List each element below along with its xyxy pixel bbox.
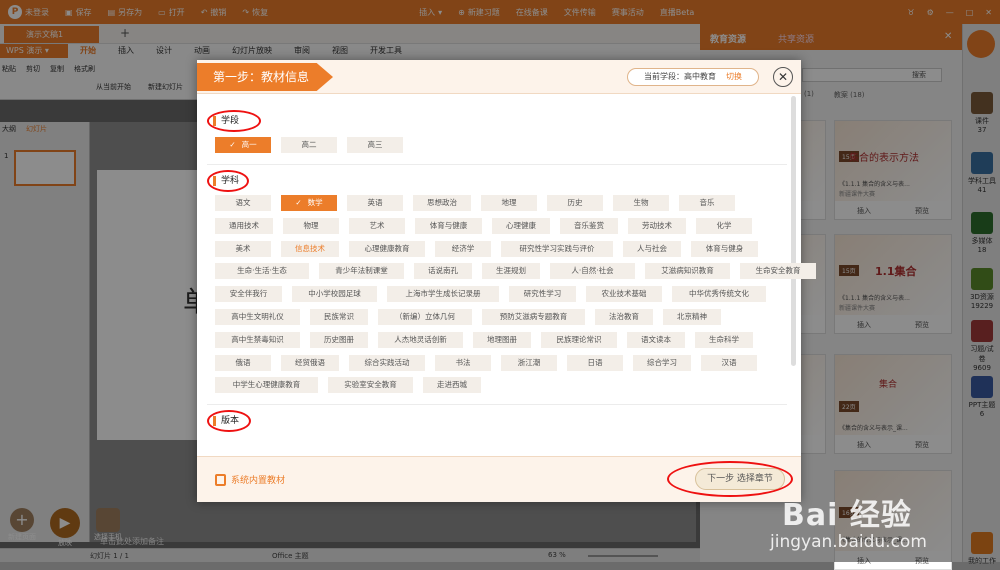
subject-chip[interactable]: 信息技术 — [281, 240, 339, 257]
subject-chip[interactable]: 音乐鉴赏 — [560, 217, 618, 234]
subject-chip[interactable]: 青少年法制课堂 — [319, 263, 404, 280]
dialog-scrollbar[interactable] — [791, 96, 796, 366]
subject-chip[interactable]: 中小学校园足球 — [292, 286, 377, 303]
subject-chip[interactable]: 俄语 — [215, 354, 271, 371]
subject-chip[interactable]: 历史 — [547, 195, 603, 211]
subject-chip[interactable]: 走进西城 — [423, 377, 481, 394]
subject-chip[interactable]: 音乐 — [679, 195, 735, 211]
subject-chip[interactable]: 汉语 — [701, 354, 757, 371]
subject-chip[interactable]: 民族常识 — [310, 309, 368, 325]
book-icon — [215, 473, 226, 486]
stage-chip[interactable]: 高三 — [347, 137, 403, 153]
checkmark-icon: ✓ — [295, 198, 302, 207]
subject-chip[interactable]: 体育与健康 — [415, 217, 482, 234]
subject-chip[interactable]: 美术 — [215, 240, 271, 257]
divider — [207, 404, 787, 405]
subject-chip[interactable]: 人杰地灵话创新 — [378, 331, 463, 348]
annotation-circle — [207, 170, 249, 192]
current-school-switch[interactable]: 当前学段：高中教育 切换 — [627, 68, 759, 86]
dialog-footer: 系统内置教材 下一步 选择章节 — [197, 456, 801, 502]
subject-chip[interactable]: 化学 — [696, 217, 752, 234]
checkmark-icon: ✓ — [229, 140, 236, 149]
subject-chip[interactable]: 地理 — [481, 195, 537, 211]
subject-chip[interactable]: 生涯规划 — [482, 263, 540, 280]
subject-chip[interactable]: 研究性学习 — [509, 286, 576, 303]
builtin-textbook-link[interactable]: 系统内置教材 — [215, 473, 285, 486]
subject-chip[interactable]: 农业技术基础 — [586, 286, 662, 303]
subject-chip[interactable]: 中学生心理健康教育 — [215, 377, 318, 394]
divider — [207, 164, 787, 165]
close-dialog-button[interactable]: ✕ — [773, 67, 793, 87]
subject-chip[interactable]: 法治教育 — [595, 309, 653, 325]
subject-chip[interactable]: 实验室安全教育 — [328, 377, 413, 394]
watermark-url: jingyan.baidu.com — [770, 532, 927, 552]
subject-chip[interactable]: 日语 — [567, 354, 623, 371]
subject-chip[interactable]: 安全伴我行 — [215, 286, 282, 303]
subject-chip[interactable]: 话说南孔 — [414, 263, 472, 280]
subject-chip[interactable]: 综合学习 — [633, 354, 691, 371]
subject-chip[interactable]: 综合实践活动 — [349, 354, 425, 371]
watermark-brand: Bai 经验 — [782, 498, 912, 533]
subject-chip[interactable]: 思想政治 — [413, 195, 471, 211]
subject-chip[interactable]: 体育与健身 — [691, 240, 758, 257]
subject-chip[interactable]: 经贸俄语 — [281, 354, 339, 371]
subject-chip[interactable]: 艾滋病知识教育 — [645, 263, 730, 280]
subject-chip[interactable]: 物理 — [283, 217, 339, 234]
subject-chip[interactable]: 生命科学 — [695, 331, 753, 348]
subject-chip[interactable]: 心理健康教育 — [349, 240, 425, 257]
subject-chip[interactable]: 书法 — [435, 354, 491, 371]
subject-chip[interactable]: 中华优秀传统文化 — [672, 286, 766, 303]
annotation-circle — [207, 110, 261, 132]
dialog-title: 第一步：教材信息 — [197, 63, 333, 91]
subject-chip[interactable]: 人·自然·社会 — [550, 263, 635, 280]
subject-chip[interactable]: 高中生禁毒知识 — [215, 331, 300, 348]
subject-chip[interactable]: 研究性学习实践与评价 — [501, 240, 613, 257]
stage-chip[interactable]: 高二 — [281, 137, 337, 153]
subject-chip[interactable]: 语文 — [215, 195, 271, 211]
switch-link[interactable]: 切换 — [726, 72, 742, 81]
annotation-circle — [207, 410, 251, 432]
dialog-header: 第一步：教材信息 当前学段：高中教育 切换 ✕ — [197, 60, 801, 94]
subject-chip[interactable]: 高中生文明礼仪 — [215, 309, 300, 325]
subject-chip[interactable]: 劳动技术 — [628, 217, 686, 234]
subject-chip[interactable]: ✓ 数学 — [281, 195, 337, 211]
subject-chip[interactable]: 历史图册 — [310, 331, 368, 348]
subject-chip[interactable]: 上海市学生成长记录册 — [387, 286, 499, 303]
stage-chip[interactable]: ✓ 高一 — [215, 137, 271, 153]
subject-chip[interactable]: 生物 — [613, 195, 669, 211]
subject-chip[interactable]: 生命安全教育 — [740, 263, 816, 280]
subject-chip[interactable]: （新编）立体几何 — [378, 309, 472, 325]
subject-chip[interactable]: 英语 — [347, 195, 403, 211]
subject-chip[interactable]: 预防艾滋病专题教育 — [482, 309, 585, 325]
baidu-watermark: Bai 经验 jingyan.baidu.com — [770, 480, 990, 560]
subject-chip[interactable]: 民族理论常识 — [541, 331, 617, 348]
subject-chip[interactable]: 地理图册 — [473, 331, 531, 348]
subject-chip[interactable]: 艺术 — [349, 217, 405, 234]
subject-chip[interactable]: 通用技术 — [215, 217, 273, 234]
subject-chip[interactable]: 语文读本 — [627, 331, 685, 348]
subject-chip[interactable]: 经济学 — [435, 240, 491, 257]
subject-chip[interactable]: 人与社会 — [623, 240, 681, 257]
subject-chip[interactable]: 生命·生活·生态 — [215, 263, 309, 280]
textbook-info-dialog: 第一步：教材信息 当前学段：高中教育 切换 ✕ 学段 ✓ 高一 高二 高三 学科 版… — [197, 60, 816, 502]
subject-chip[interactable]: 浙江潮 — [501, 354, 557, 371]
subject-chip[interactable]: 心理健康 — [492, 217, 550, 234]
subject-chip[interactable]: 北京精神 — [663, 309, 721, 325]
